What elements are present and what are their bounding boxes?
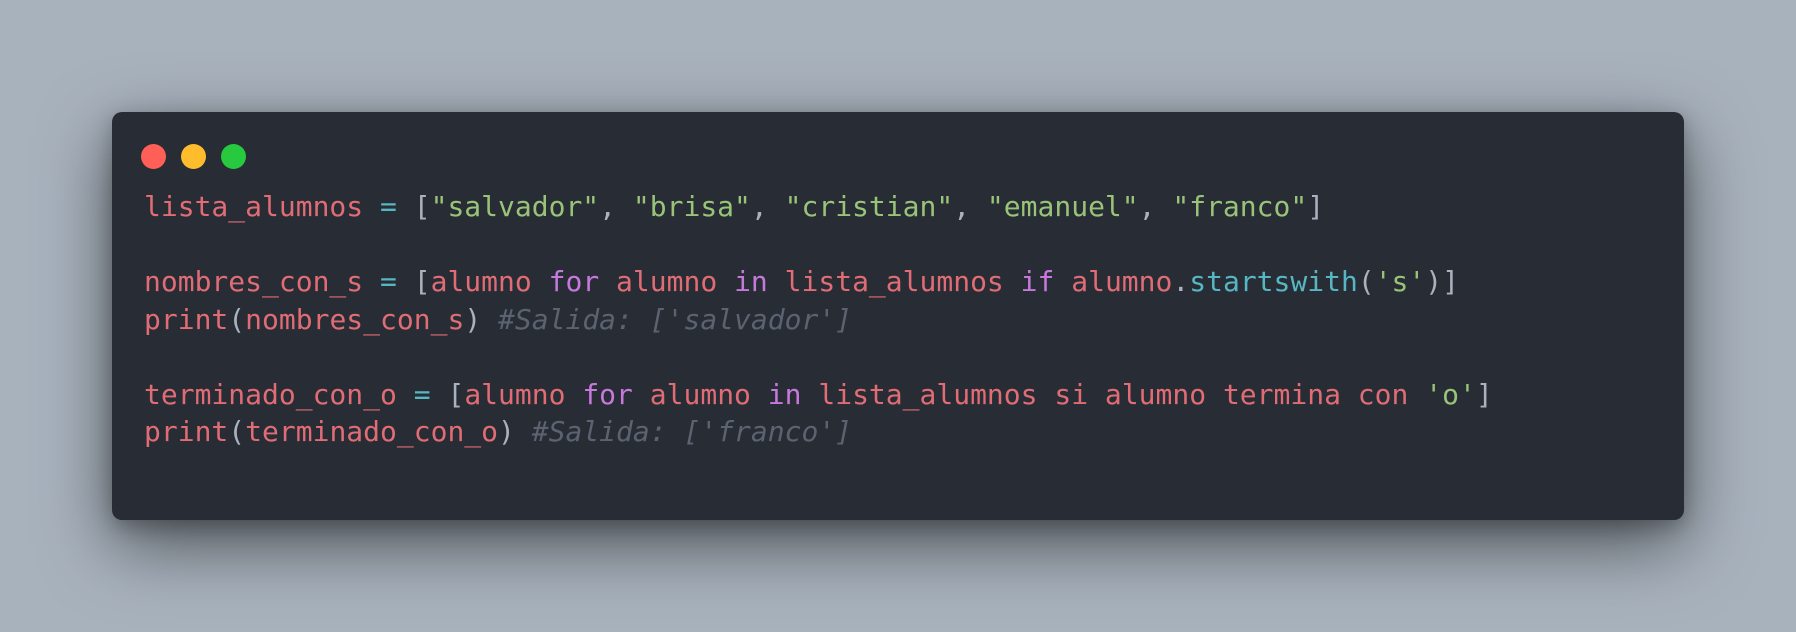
code-token: startswith: [1189, 265, 1358, 298]
code-token: "franco": [1172, 190, 1308, 223]
code-token: lista_alumnos: [144, 190, 364, 223]
close-dot[interactable]: [141, 144, 166, 169]
code-block: lista_alumnos = ["salvador", "brisa", "c…: [144, 188, 1493, 451]
code-token: (: [1357, 265, 1375, 298]
code-token: "salvador": [430, 190, 600, 223]
code-line: nombres_con_s = [alumno for alumno in li…: [144, 263, 1493, 301]
minimize-dot[interactable]: [181, 144, 206, 169]
code-token: ,: [599, 190, 633, 223]
maximize-dot[interactable]: [221, 144, 246, 169]
code-token: print: [144, 302, 229, 336]
code-token: nombres_con_s: [144, 265, 364, 298]
code-token: 'o': [1425, 377, 1476, 411]
code-token: ,: [953, 190, 987, 223]
code-token: in: [767, 377, 802, 411]
code-token: "cristian": [784, 190, 954, 223]
code-token: =: [380, 190, 397, 223]
code-token: ,: [750, 190, 785, 223]
code-token: for: [548, 265, 600, 298]
code-token: 's': [1374, 265, 1426, 298]
code-token: =: [413, 377, 431, 411]
code-token: ]: [1475, 377, 1493, 411]
code-token: (: [228, 302, 246, 336]
code-window: lista_alumnos = ["salvador", "brisa", "c…: [112, 112, 1684, 520]
code-token: )]: [1425, 265, 1459, 298]
code-token: ): [464, 302, 499, 336]
code-token: if: [1020, 265, 1055, 298]
code-token: =: [380, 265, 397, 298]
code-token: ]: [1307, 190, 1325, 223]
code-token: terminado_con_o: [245, 415, 499, 448]
code-token: alumno: [616, 265, 718, 298]
code-token: "emanuel": [986, 190, 1139, 223]
code-token: lista_alumnos si alumno termina con: [818, 377, 1409, 411]
code-line: terminado_con_o = [alumno for alumno in …: [144, 376, 1493, 414]
code-token: nombres_con_s: [245, 302, 465, 336]
code-token: alumno: [649, 377, 751, 411]
code-token: in: [734, 265, 768, 298]
code-token: [: [413, 265, 431, 298]
code-line: print(nombres_con_s) #Salida: ['salvador…: [144, 301, 1493, 339]
code-line: print(terminado_con_o) #Salida: ['franco…: [144, 413, 1493, 451]
code-line: lista_alumnos = ["salvador", "brisa", "c…: [144, 188, 1493, 226]
code-token: ,: [1138, 190, 1173, 223]
code-token: #Salida: ['franco']: [531, 415, 853, 448]
code-token: for: [582, 377, 633, 411]
code-token: alumno: [464, 377, 566, 411]
code-token: "brisa": [632, 190, 751, 223]
code-token: terminado_con_o: [144, 377, 397, 411]
code-token: lista_alumnos: [784, 265, 1004, 298]
code-token: #Salida: ['salvador']: [498, 302, 853, 336]
code-token: (: [228, 415, 246, 448]
code-token: [: [447, 377, 465, 411]
code-token: ): [498, 415, 532, 448]
code-token: .: [1172, 265, 1190, 298]
code-token: print: [144, 415, 229, 448]
code-token: alumno: [1071, 265, 1173, 298]
code-token: alumno: [430, 265, 532, 298]
code-token: [: [413, 190, 431, 223]
